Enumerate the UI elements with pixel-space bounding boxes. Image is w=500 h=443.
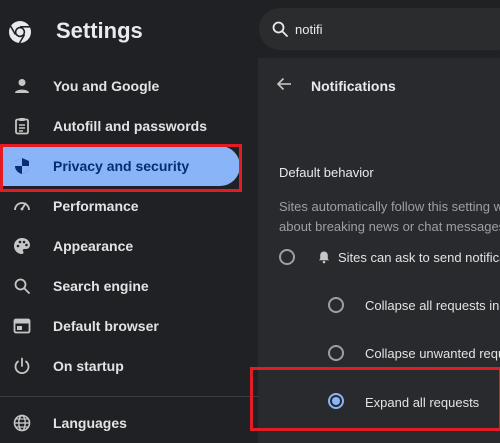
sidebar-item-label: On startup <box>53 358 124 374</box>
option-label: Collapse unwanted requ <box>365 346 500 361</box>
sidebar-item-appearance[interactable]: Appearance <box>0 226 240 266</box>
bell-icon <box>319 251 329 264</box>
radio-sites-can-ask[interactable] <box>279 249 295 265</box>
sidebar-item-on-startup[interactable]: On startup <box>0 346 240 386</box>
sidebar-item-label: Languages <box>53 415 127 431</box>
notifications-panel: Notifications Default behavior Sites aut… <box>258 58 500 443</box>
option-label: Expand all requests <box>365 395 480 410</box>
option-label: Sites can ask to send notificati <box>338 250 500 265</box>
palette-icon <box>14 238 30 254</box>
sidebar-item-performance[interactable]: Performance <box>0 186 240 226</box>
sidebar-item-search-engine[interactable]: Search engine <box>0 266 240 306</box>
sidebar: You and Google Autofill and passwords Pr… <box>0 58 258 443</box>
section-title: Default behavior <box>279 165 374 180</box>
browser-icon <box>13 318 31 334</box>
sidebar-item-label: Autofill and passwords <box>53 118 208 134</box>
search-icon <box>272 21 288 37</box>
sidebar-item-privacy-and-security[interactable]: Privacy and security <box>0 146 240 186</box>
sidebar-divider <box>0 396 258 397</box>
chrome-logo-icon <box>9 21 31 44</box>
sidebar-item-label: You and Google <box>53 78 160 94</box>
description-line: Sites automatically follow this setting … <box>279 199 500 214</box>
sidebar-item-label: Privacy and security <box>53 158 190 174</box>
sidebar-item-default-browser[interactable]: Default browser <box>0 306 240 346</box>
radio-collapse-all[interactable] <box>328 297 344 313</box>
globe-icon <box>13 414 31 432</box>
arrow-left-icon[interactable] <box>276 76 292 92</box>
search-input[interactable] <box>295 20 495 38</box>
search-box[interactable] <box>259 8 500 50</box>
section-description: Sites automatically follow this setting … <box>279 197 500 237</box>
clipboard-icon <box>15 118 29 135</box>
speedometer-icon <box>14 202 30 211</box>
radio-expand-all[interactable] <box>328 393 344 409</box>
sidebar-item-languages[interactable]: Languages <box>0 403 240 443</box>
top-bar: Settings <box>0 0 500 58</box>
shield-icon <box>15 158 29 174</box>
person-icon <box>15 79 29 93</box>
power-icon <box>14 357 30 375</box>
sidebar-item-autofill[interactable]: Autofill and passwords <box>0 106 240 146</box>
sidebar-item-you-and-google[interactable]: You and Google <box>0 66 240 106</box>
sidebar-item-label: Appearance <box>53 238 134 254</box>
page-title: Notifications <box>311 78 396 94</box>
app-title: Settings <box>56 18 143 43</box>
sidebar-item-label: Performance <box>53 198 139 214</box>
sidebar-item-label: Default browser <box>53 318 159 334</box>
radio-collapse-unwanted[interactable] <box>328 345 344 361</box>
sidebar-item-label: Search engine <box>53 278 149 294</box>
description-line: about breaking news or chat messages <box>279 219 500 234</box>
option-label: Collapse all requests in t <box>365 298 500 313</box>
search-icon <box>14 278 30 294</box>
